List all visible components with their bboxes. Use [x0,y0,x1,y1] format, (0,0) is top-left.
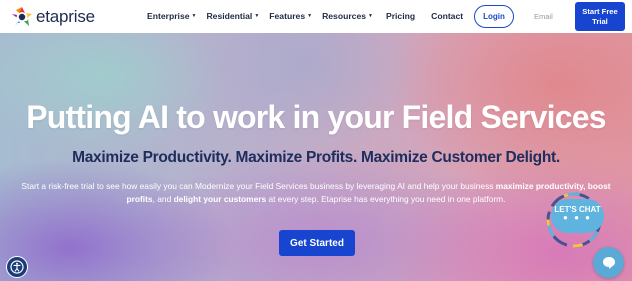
hero-headline: Putting AI to work in your Field Service… [26,99,606,135]
hero-subheadline: Maximize Productivity. Maximize Profits.… [72,149,560,166]
chat-icon [602,256,615,269]
nav-item-resources[interactable]: Resources ▼ [322,11,373,21]
etaprise-logo-icon [12,7,32,26]
main-nav: Enterprise ▼ Residential ▼ Features ▼ Resou… [147,11,463,21]
caret-down-icon: ▼ [307,13,313,19]
nav-item-features[interactable]: Features ▼ [269,11,312,21]
site-header: etaprise Enterprise ▼ Residential ▼ Featur… [0,0,632,33]
start-free-trial-button[interactable]: Start Free Trial [575,2,625,31]
accessibility-icon [10,260,24,274]
nav-label: Features [269,11,306,21]
desc-bold: delight your customers [173,193,267,204]
hero-section: Putting AI to work in your Field Service… [0,33,632,281]
nav-label: Residential [206,11,253,21]
nav-item-contact[interactable]: Contact [431,11,463,21]
nav-label: Contact [431,11,464,21]
desc-text: , and [152,193,174,204]
chat-dots: ● ● ● [563,213,592,222]
nav-item-enterprise[interactable]: Enterprise ▼ [147,11,196,21]
nav-label: Pricing [385,11,416,21]
trial-label: Start Free Trial [582,7,617,26]
lets-chat-bubble[interactable]: LET'S CHAT ● ● ● [551,199,604,233]
trial-label-line2: Trial [592,16,608,26]
caret-down-icon: ▼ [254,13,260,19]
chat-launcher-button[interactable] [593,247,624,278]
desc-text: at every step. Etaprise has everything y… [266,193,506,204]
nav-item-pricing[interactable]: Pricing [386,11,415,21]
desc-text: Start a risk-free trial to see how easil… [21,181,496,191]
accessibility-button[interactable] [6,256,28,278]
trial-label-line1: Start Free [582,7,618,16]
login-button[interactable]: Login [474,5,514,28]
nav-label: Resources [322,11,367,21]
nav-label: Enterprise [147,11,190,21]
get-started-button[interactable]: Get Started [279,230,355,256]
caret-down-icon: ▼ [368,13,373,19]
caret-down-icon: ▼ [191,13,197,19]
logo[interactable]: etaprise [10,6,95,28]
logo-text: etaprise [36,7,95,26]
hero-description: Start a risk-free trial to see how easil… [14,180,618,205]
email-field[interactable] [527,7,571,26]
nav-item-residential[interactable]: Residential ▼ [206,11,259,21]
